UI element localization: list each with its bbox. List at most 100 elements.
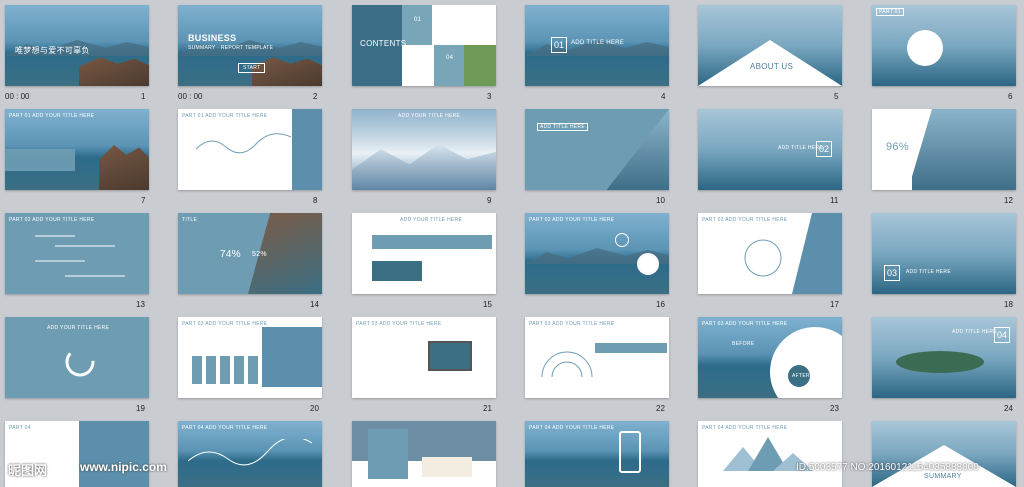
slide-bar [595,343,667,353]
watermark-site: www.nipic.com [80,460,167,474]
slide-number: 14 [310,300,319,309]
slide-title: BUSINESS [188,33,237,43]
slide-thumb[interactable]: 01 ADD TITLE HERE [525,5,669,86]
slide-thumb[interactable]: SUMMARY [872,421,1016,487]
slide-tag: PART 01 [876,8,904,16]
slide-title: SUMMARY [924,473,962,480]
slide-thumb[interactable]: PART 04 ADD YOUR TITLE HERE [178,421,322,487]
slide-thumb[interactable]: ADD TITLE HERE [525,109,669,190]
slide-thumb[interactable] [352,421,496,487]
slide-number: 20 [310,404,319,413]
slide-number: 22 [656,404,665,413]
timeline-icon [35,235,125,277]
slide-thumb[interactable]: PART 01 [872,5,1016,86]
watermark-id: ID:5003577 NO:20160121154035883000 [796,462,979,473]
slide-title: PART 02 ADD YOUR TITLE HERE [9,217,95,223]
slide-thumb[interactable]: CONTENTS 01 02 04 [352,5,496,86]
slide-thumb[interactable]: PART 01 ADD YOUR TITLE HERE [5,109,149,190]
slide-thumb[interactable]: ADD YOUR TITLE HERE [352,109,496,190]
slide-thumb[interactable]: PART 03 ADD YOUR TITLE HERE [178,317,322,398]
slide-thumb[interactable]: ADD YOUR TITLE HERE [5,317,149,398]
slide-thumb[interactable]: 03 ADD TITLE HERE [872,213,1016,294]
slide-title: ADD TITLE HERE [906,269,951,275]
slide-title: PART 04 [9,425,31,431]
slide-thumb[interactable]: 04 ADD TITLE HERE [872,317,1016,398]
slide-number: 8 [313,196,318,205]
slide-title: PART 03 ADD YOUR TITLE HERE [182,321,268,327]
slide-thumb[interactable]: 74% 52% TITLE [178,213,322,294]
slide-number: 24 [1004,404,1013,413]
slide-number: 1 [141,92,146,101]
slide-thumb[interactable]: BUSINESS SUMMARY · REPORT TEMPLATE START [178,5,322,86]
slide-number: 18 [1004,300,1013,309]
slide-thumb[interactable]: BEFORE AFTER PART 03 ADD YOUR TITLE HERE [698,317,842,398]
slide-number: 19 [136,404,145,413]
slide-number: 9 [487,196,492,205]
book-icon [422,457,472,477]
slide-number: 23 [830,404,839,413]
slide-thumb[interactable]: PART 02 ADD YOUR TITLE HERE [698,213,842,294]
slide-title: 唯梦想与爱不可辜负 [15,46,90,55]
slide-section-number: 03 [884,265,900,281]
slide-thumb[interactable]: PART 02 ADD YOUR TITLE HERE [5,213,149,294]
slide-photo [262,327,322,387]
slide-thumb[interactable]: ABOUT US [698,5,842,86]
slide-bars [192,356,262,384]
slide-panel [434,45,464,86]
slide-number: 7 [141,196,146,205]
slide-thumb[interactable]: 唯梦想与爱不可辜负 [5,5,149,86]
slide-photo [606,109,669,190]
slide-title: ABOUT US [750,62,794,71]
slide-title: ADD TITLE HERE [778,145,823,151]
wave-line-icon [196,133,292,154]
slide-number: 10 [656,196,665,205]
slide-photo [372,261,422,281]
slide-thumb[interactable]: 02 ADD TITLE HERE [698,109,842,190]
slide-title: ADD TITLE HERE [537,123,588,131]
slide-panel [5,149,75,171]
slide-title: ADD TITLE HERE [571,40,625,46]
slide-item: 01 [414,17,422,23]
donut-chart-icon [65,347,95,377]
slide-number: 5 [834,92,839,101]
slide-title: TITLE [182,217,198,223]
slide-thumb[interactable]: PART 03 ADD YOUR TITLE HERE [525,317,669,398]
slide-title: ADD YOUR TITLE HERE [400,217,463,223]
watermark-logo: 昵图网 [8,463,48,478]
phone-icon [619,431,641,473]
laptop-icon [428,341,472,371]
slide-panel [368,429,408,479]
slide-circle [615,233,629,247]
slide-mountain [352,144,496,190]
slide-label: AFTER [792,373,810,379]
slide-number: 2 [313,92,318,101]
slide-circle [770,327,842,398]
slide-thumb[interactable]: PART 04 ADD YOUR TITLE HERE [698,421,842,487]
slide-number: 15 [483,300,492,309]
slide-title: PART 01 ADD YOUR TITLE HERE [182,113,268,119]
slide-thumb[interactable]: PART 04 ADD YOUR TITLE HERE [525,421,669,487]
slide-thumb[interactable]: ADD YOUR TITLE HERE [352,213,496,294]
slide-start-button: START [238,63,266,73]
slide-thumb[interactable]: PART 02 ADD YOUR TITLE HERE [525,213,669,294]
slide-photo [464,45,496,86]
slide-number: 17 [830,300,839,309]
slide-title: PART 03 ADD YOUR TITLE HERE [356,321,442,327]
slide-thumb[interactable]: PART 01 ADD YOUR TITLE HERE [178,109,322,190]
slide-stat: 74% [220,249,241,260]
slide-photo [79,421,149,487]
slide-time: 00 : 00 [5,92,30,101]
slide-subtitle: SUMMARY · REPORT TEMPLATE [188,45,274,51]
slide-number: 4 [661,92,666,101]
slide-number: 11 [830,196,839,205]
slide-thumb[interactable]: PART 03 ADD YOUR TITLE HERE [352,317,496,398]
slide-number: 3 [487,92,492,101]
slide-number: 16 [656,300,665,309]
slide-circle [907,30,943,66]
slide-title: PART 04 ADD YOUR TITLE HERE [529,425,615,431]
slide-time: 00 : 00 [178,92,203,101]
cycle-icon [744,239,782,277]
slide-cliff [99,145,149,190]
slide-thumb[interactable]: 96% [872,109,1016,190]
wave-line-icon [188,439,312,466]
